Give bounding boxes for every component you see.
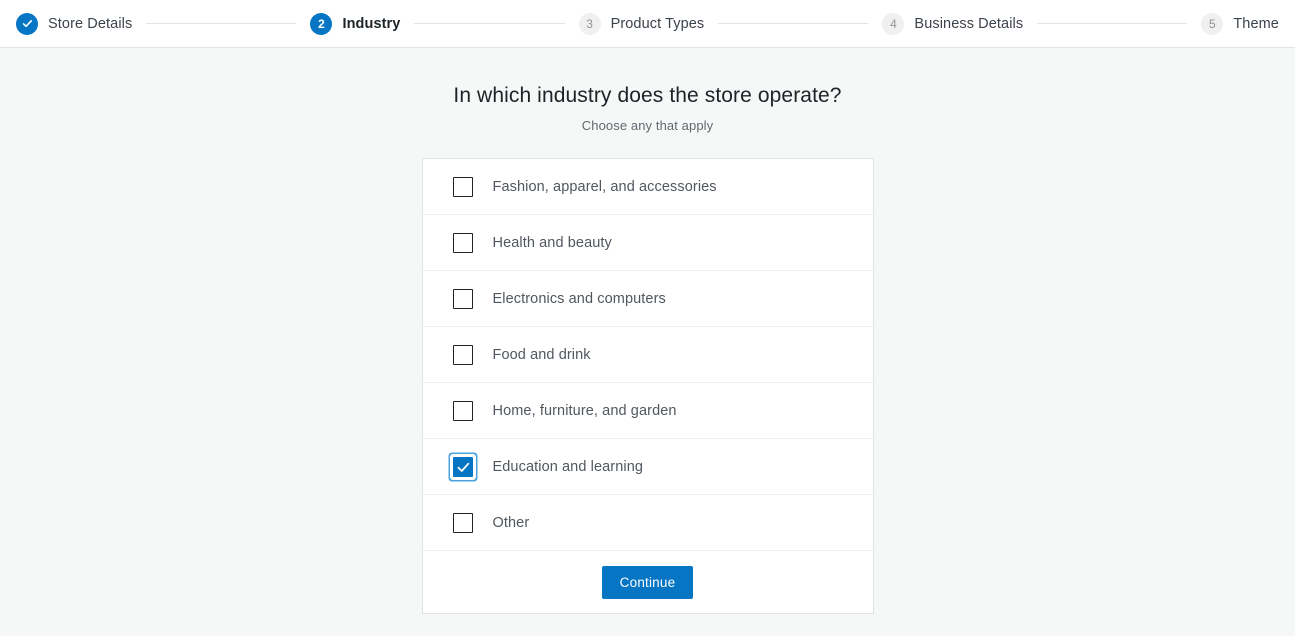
industry-options-list: Fashion, apparel, and accessories Health … (422, 159, 873, 551)
industry-option-label: Food and drink (492, 346, 591, 363)
industry-option-label: Other (492, 514, 530, 531)
industry-option-label: Education and learning (492, 458, 644, 475)
step-connector (414, 23, 565, 24)
industry-option-label: Electronics and computers (492, 290, 666, 307)
stepper-item-theme[interactable]: 5 Theme (1201, 12, 1279, 35)
checkbox-checked-icon[interactable] (452, 456, 473, 477)
stepper-item-label: Theme (1233, 15, 1279, 32)
industry-option-label: Home, furniture, and garden (492, 402, 677, 419)
onboarding-stepper: Store Details 2 Industry 3 Product Types 4 Bus… (0, 0, 1295, 48)
stepper-item-industry[interactable]: 2 Industry (310, 12, 401, 35)
stepper-item-label: Store Details (48, 15, 133, 32)
step-connector (718, 23, 869, 24)
step-number-badge: 2 (310, 12, 333, 35)
checkbox-unchecked-icon[interactable] (452, 400, 473, 421)
continue-button[interactable]: Continue (601, 565, 694, 599)
page-title: In which industry does the store operate… (453, 84, 842, 107)
card-footer: Continue (423, 551, 873, 613)
check-icon (16, 12, 38, 35)
step-connector (146, 23, 297, 24)
stepper-item-label: Industry (342, 15, 401, 32)
checkbox-unchecked-icon[interactable] (452, 512, 473, 533)
checkbox-unchecked-icon[interactable] (452, 176, 473, 197)
stepper-item-label: Business Details (914, 15, 1024, 32)
checkbox-unchecked-icon[interactable] (452, 288, 473, 309)
industry-option-label: Fashion, apparel, and accessories (492, 178, 717, 195)
industry-option-row[interactable]: Electronics and computers (422, 271, 873, 327)
stepper-item-business-details[interactable]: 4 Business Details (882, 12, 1024, 35)
checkbox-unchecked-icon[interactable] (452, 344, 473, 365)
step-number-badge: 3 (578, 12, 601, 35)
step-connector (1037, 23, 1188, 24)
industry-option-row[interactable]: Food and drink (422, 327, 873, 383)
checkbox-unchecked-icon[interactable] (452, 232, 473, 253)
page-subtitle: Choose any that apply (581, 118, 714, 133)
industry-option-label: Health and beauty (492, 234, 612, 251)
industry-option-row[interactable]: Home, furniture, and garden (422, 383, 873, 439)
stepper-item-label: Product Types (610, 15, 705, 32)
industry-options-card: Fashion, apparel, and accessories Health … (421, 158, 874, 614)
stepper-item-product-types[interactable]: 3 Product Types (578, 12, 705, 35)
industry-option-row[interactable]: Other (422, 495, 873, 551)
step-number-badge: 5 (1201, 12, 1224, 35)
industry-option-row[interactable]: Education and learning (422, 439, 873, 495)
industry-option-row[interactable]: Health and beauty (422, 215, 873, 271)
step-number-badge: 4 (882, 12, 905, 35)
industry-option-row[interactable]: Fashion, apparel, and accessories (422, 159, 873, 215)
main-content: In which industry does the store operate… (0, 48, 1295, 614)
stepper-item-store-details[interactable]: Store Details (16, 12, 133, 35)
